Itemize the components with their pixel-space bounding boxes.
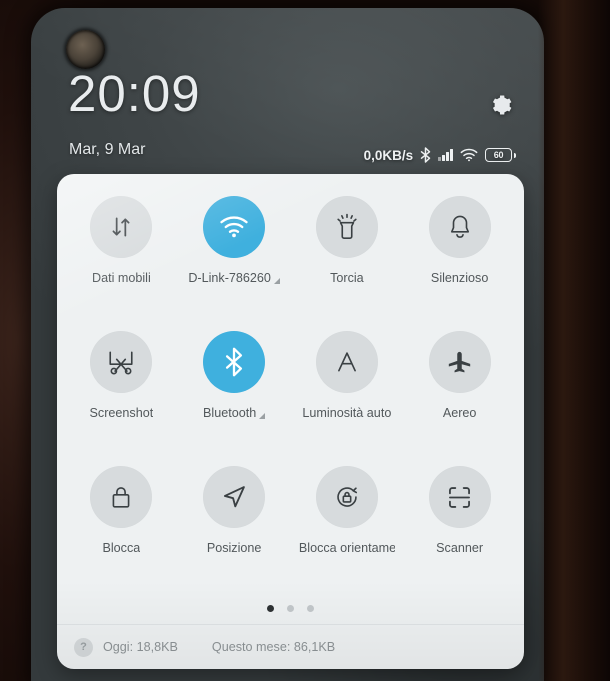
quick-tile-label-row: Screenshot <box>90 406 154 420</box>
page-dot-3[interactable] <box>307 605 314 612</box>
page-indicator-dots[interactable] <box>57 603 524 624</box>
wifi-icon <box>460 148 478 162</box>
quick-tile-label-row: Blocca orientame <box>299 541 395 555</box>
lock-icon[interactable] <box>90 466 153 528</box>
page-dot-1[interactable] <box>267 605 274 612</box>
network-speed-text: 0,0KB/s <box>363 147 414 163</box>
page-dot-2[interactable] <box>287 605 294 612</box>
rotation-lock-icon[interactable] <box>315 466 378 528</box>
quick-tile-label: Luminosità auto <box>302 406 392 420</box>
status-bar: 0,0KB/s 60 <box>364 147 516 163</box>
quick-tile-d-link-786260[interactable]: D-Link-786260 <box>178 196 291 331</box>
front-camera-punch-hole <box>66 30 105 69</box>
quick-tile-blocca-orientame[interactable]: Blocca orientame <box>291 466 404 601</box>
quick-tile-label: Screenshot <box>89 406 154 420</box>
phone-screen: 20:09 Mar, 9 Mar 0,0KB/s 60 Dati mobili … <box>31 8 544 681</box>
quick-tile-label-row: Blocca <box>102 541 140 555</box>
quick-tile-dati-mobili[interactable]: Dati mobili <box>65 196 178 331</box>
expand-corner-icon[interactable] <box>273 278 280 284</box>
quick-tile-label-row: Silenzioso <box>431 271 488 285</box>
battery-level-text: 60 <box>493 150 504 160</box>
lockscreen-clock: 20:09 <box>68 65 201 122</box>
battery-indicator: 60 <box>485 148 516 162</box>
scanner-icon[interactable] <box>428 466 491 528</box>
quick-tile-label: Silenzioso <box>430 271 489 285</box>
quick-tile-screenshot[interactable]: Screenshot <box>65 331 178 466</box>
scissors-icon[interactable] <box>90 331 153 393</box>
quick-tile-torcia[interactable]: Torcia <box>291 196 404 331</box>
quick-tile-bluetooth[interactable]: Bluetooth <box>178 331 291 466</box>
location-arrow-icon[interactable] <box>203 466 266 528</box>
quick-tile-scanner[interactable]: Scanner <box>403 466 516 601</box>
quick-tile-label: Blocca <box>102 541 141 555</box>
quick-tile-posizione[interactable]: Posizione <box>178 466 291 601</box>
airplane-icon[interactable] <box>428 331 491 393</box>
bell-icon[interactable] <box>428 196 491 258</box>
quick-tile-label-row: Bluetooth <box>203 406 266 420</box>
quick-tile-blocca[interactable]: Blocca <box>65 466 178 601</box>
quick-settings-panel: Dati mobili D-Link-786260 Torcia Silenzioso… <box>57 174 524 669</box>
question-mark-icon[interactable]: ? <box>74 637 93 657</box>
quick-tile-label-row: D-Link-786260 <box>188 271 280 285</box>
mobile-data-icon[interactable] <box>90 196 153 258</box>
quick-tile-label: Blocca orientame <box>298 541 395 555</box>
battery-nub <box>513 152 516 158</box>
quick-tile-label-row: Posizione <box>207 541 262 555</box>
today-usage-text: Oggi: 18,8KB <box>103 640 178 654</box>
quick-tile-label: Aereo <box>442 406 477 420</box>
quick-tile-label: Posizione <box>206 541 262 555</box>
quick-tile-label: Dati mobili <box>91 271 151 285</box>
quick-tile-silenzioso[interactable]: Silenzioso <box>403 196 516 331</box>
data-usage-footer: ? Oggi: 18,8KB Questo mese: 86,1KB <box>57 624 524 669</box>
wifi-icon[interactable] <box>203 196 266 258</box>
flashlight-icon[interactable] <box>315 196 378 258</box>
quick-tile-luminosit-auto[interactable]: Luminosità auto <box>291 331 404 466</box>
quick-tile-label-row: Torcia <box>330 271 364 285</box>
quick-tile-label: Torcia <box>330 271 364 285</box>
quick-tile-label-row: Scanner <box>436 541 483 555</box>
quick-tile-aereo[interactable]: Aereo <box>403 331 516 466</box>
quick-tile-label: D-Link-786260 <box>188 271 271 285</box>
bluetooth-icon <box>420 147 431 163</box>
month-usage-text: Questo mese: 86,1KB <box>211 640 336 654</box>
auto-brightness-icon[interactable] <box>315 331 378 393</box>
bluetooth-icon[interactable] <box>203 331 266 393</box>
quick-tile-label-row: Aereo <box>443 406 477 420</box>
quick-tile-label: Bluetooth <box>203 406 257 420</box>
phone-photo-frame: 20:09 Mar, 9 Mar 0,0KB/s 60 Dati mobili … <box>0 0 610 681</box>
quick-tile-label: Scanner <box>436 541 484 555</box>
quick-tile-label-row: Dati mobili <box>92 271 151 285</box>
quick-settings-tile-grid: Dati mobili D-Link-786260 Torcia Silenzioso… <box>57 174 524 603</box>
expand-corner-icon[interactable] <box>259 413 266 419</box>
gear-icon[interactable] <box>487 92 513 118</box>
quick-tile-label-row: Luminosità auto <box>302 406 391 420</box>
lockscreen-date: Mar, 9 Mar <box>69 141 146 158</box>
cellular-signal-icon <box>438 149 453 161</box>
